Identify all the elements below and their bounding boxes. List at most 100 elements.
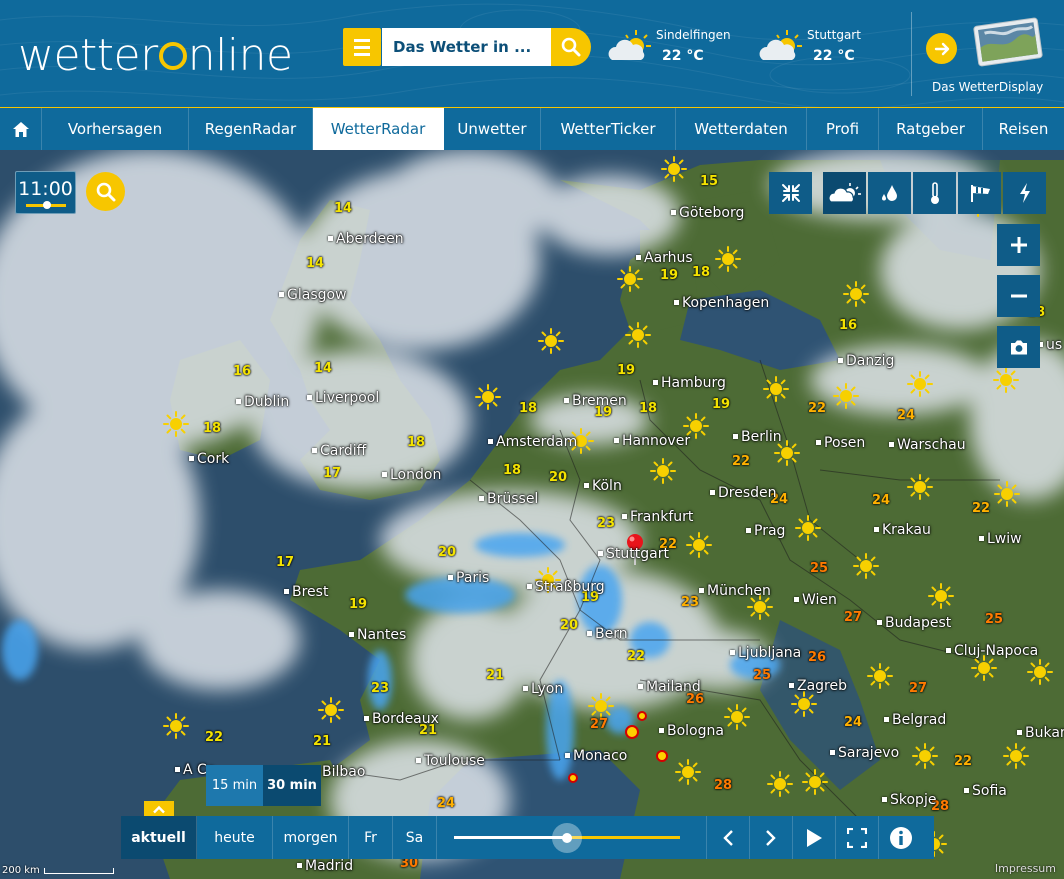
fullscreen-button[interactable] bbox=[836, 816, 879, 859]
city-label[interactable]: Bremen bbox=[564, 393, 627, 409]
nav-unwetter[interactable]: Unwetter bbox=[444, 108, 541, 150]
city-label[interactable]: München bbox=[699, 583, 771, 599]
city-label[interactable]: Belgrad bbox=[884, 712, 946, 728]
map-search-button[interactable] bbox=[86, 172, 125, 211]
city-label[interactable]: Stuttgart bbox=[598, 546, 669, 562]
wetterdisplay-label[interactable]: Das WetterDisplay bbox=[932, 80, 1043, 94]
day-fr-button[interactable]: Fr bbox=[349, 816, 393, 859]
collapse-map-button[interactable] bbox=[769, 172, 812, 214]
city-label[interactable]: Sofia bbox=[964, 783, 1007, 799]
city-label[interactable]: Bilbao bbox=[314, 764, 365, 780]
search-button[interactable] bbox=[551, 28, 591, 66]
city-label[interactable]: Posen bbox=[816, 435, 865, 451]
city-label[interactable]: Frankfurt bbox=[622, 509, 693, 525]
city-label[interactable]: Paris bbox=[448, 570, 489, 586]
temperature-icon bbox=[930, 182, 939, 204]
city-label[interactable]: Zagreb bbox=[789, 678, 847, 694]
nav-wetterdaten[interactable]: Wetterdaten bbox=[676, 108, 807, 150]
city-label[interactable]: Mailand bbox=[638, 679, 701, 695]
nav-profi[interactable]: Profi bbox=[807, 108, 879, 150]
screenshot-button[interactable] bbox=[997, 326, 1040, 368]
wetterdisplay-device-icon[interactable] bbox=[972, 16, 1044, 68]
day-heute-button[interactable]: heute bbox=[197, 816, 273, 859]
city-label[interactable]: Prag bbox=[746, 523, 785, 539]
wetterdisplay-arrow-button[interactable] bbox=[926, 33, 957, 64]
city-label[interactable]: Göteborg bbox=[671, 205, 744, 221]
search-input[interactable]: Das Wetter in ... bbox=[382, 28, 552, 66]
nav-regenradar[interactable]: RegenRadar bbox=[189, 108, 313, 150]
timeline-track[interactable] bbox=[437, 816, 707, 859]
city-label[interactable]: Brest bbox=[284, 584, 328, 600]
city-label[interactable]: Liverpool bbox=[307, 390, 379, 406]
weather-widget-1[interactable]: Sindelfingen 22 °C bbox=[606, 26, 731, 70]
layer-temperature-button[interactable] bbox=[913, 172, 956, 214]
city-label[interactable]: Cluj-Napoca bbox=[946, 643, 1038, 659]
city-label[interactable]: Danzig bbox=[838, 353, 894, 369]
city-label[interactable]: Toulouse bbox=[416, 753, 485, 769]
nav-reisen[interactable]: Reisen bbox=[983, 108, 1064, 150]
city-label[interactable]: us bbox=[1038, 337, 1062, 353]
city-label[interactable]: Madrid bbox=[297, 858, 353, 874]
city-label[interactable]: Glasgow bbox=[279, 287, 347, 303]
city-label[interactable]: Ljubljana bbox=[730, 645, 801, 661]
city-label[interactable]: Amsterdam bbox=[488, 434, 577, 450]
weather-map[interactable]: 15 14 14 19 18 16 18 16 14 19 18 19 18 19 22 24 18 18 22 17… bbox=[0, 150, 1064, 879]
city-label[interactable]: Lyon bbox=[523, 681, 563, 697]
city-label[interactable]: Lwiw bbox=[979, 531, 1022, 547]
city-label[interactable]: Bern bbox=[587, 626, 628, 642]
zoom-in-button[interactable] bbox=[997, 224, 1040, 266]
interval-15min-button[interactable]: 15 min bbox=[206, 765, 263, 806]
city-label[interactable]: Nantes bbox=[349, 627, 406, 643]
day-morgen-button[interactable]: morgen bbox=[273, 816, 349, 859]
interval-30min-button[interactable]: 30 min bbox=[263, 765, 321, 806]
city-label[interactable]: Straßburg bbox=[527, 579, 605, 595]
play-button[interactable] bbox=[793, 816, 836, 859]
nav-home[interactable] bbox=[0, 108, 42, 150]
day-sa-button[interactable]: Sa bbox=[393, 816, 437, 859]
nav-wetterradar[interactable]: WetterRadar bbox=[313, 108, 444, 150]
prev-frame-button[interactable] bbox=[707, 816, 750, 859]
city-label[interactable]: Hannover bbox=[614, 433, 690, 449]
city-label[interactable]: Monaco bbox=[565, 748, 627, 764]
city-label[interactable]: Kopenhagen bbox=[674, 295, 769, 311]
city-label[interactable]: London bbox=[382, 467, 441, 483]
temperature-value: 18 bbox=[639, 401, 658, 416]
layer-precipitation-button[interactable] bbox=[868, 172, 911, 214]
city-label[interactable]: Krakau bbox=[874, 522, 931, 538]
city-label[interactable]: Budapest bbox=[877, 615, 951, 631]
city-label[interactable]: Dublin bbox=[236, 394, 289, 410]
city-label[interactable]: Bukar bbox=[1017, 725, 1064, 741]
nav-ratgeber[interactable]: Ratgeber bbox=[879, 108, 983, 150]
city-label[interactable]: Bologna bbox=[659, 723, 724, 739]
site-logo[interactable]: wetter nline bbox=[18, 30, 293, 81]
city-label[interactable]: Wien bbox=[794, 592, 837, 608]
city-label[interactable]: Aberdeen bbox=[328, 231, 404, 247]
zoom-out-button[interactable] bbox=[997, 275, 1040, 317]
city-label[interactable]: Cork bbox=[189, 451, 229, 467]
layer-wind-button[interactable] bbox=[958, 172, 1001, 214]
nav-wetterticker[interactable]: WetterTicker bbox=[541, 108, 676, 150]
nav-vorhersagen[interactable]: Vorhersagen bbox=[42, 108, 189, 150]
city-label[interactable]: Brüssel bbox=[479, 491, 538, 507]
weather-widget-2[interactable]: Stuttgart 22 °C bbox=[757, 26, 861, 70]
city-label[interactable]: Aarhus bbox=[636, 250, 693, 266]
info-button[interactable] bbox=[879, 816, 922, 859]
city-label[interactable]: Cardiff bbox=[312, 443, 366, 459]
city-label[interactable]: Sarajevo bbox=[830, 745, 899, 761]
impressum-link[interactable]: Impressum bbox=[995, 862, 1056, 875]
partly-sunny-icon bbox=[608, 30, 651, 60]
day-aktuell-button[interactable]: aktuell bbox=[121, 816, 197, 859]
city-label[interactable]: Köln bbox=[584, 478, 622, 494]
next-frame-button[interactable] bbox=[750, 816, 793, 859]
city-label[interactable]: Bordeaux bbox=[364, 711, 439, 727]
menu-button[interactable] bbox=[343, 28, 381, 66]
city-label[interactable]: Hamburg bbox=[653, 375, 726, 391]
layer-lightning-button[interactable] bbox=[1003, 172, 1046, 214]
city-label[interactable]: Dresden bbox=[710, 485, 777, 501]
city-label[interactable]: Berlin bbox=[733, 429, 782, 445]
time-display[interactable]: 11:00 bbox=[15, 171, 76, 214]
city-label[interactable]: Warschau bbox=[889, 437, 966, 453]
city-label[interactable]: Skopje bbox=[882, 792, 936, 808]
timeline-handle[interactable] bbox=[552, 823, 582, 853]
layer-satellite-button[interactable] bbox=[823, 172, 866, 214]
